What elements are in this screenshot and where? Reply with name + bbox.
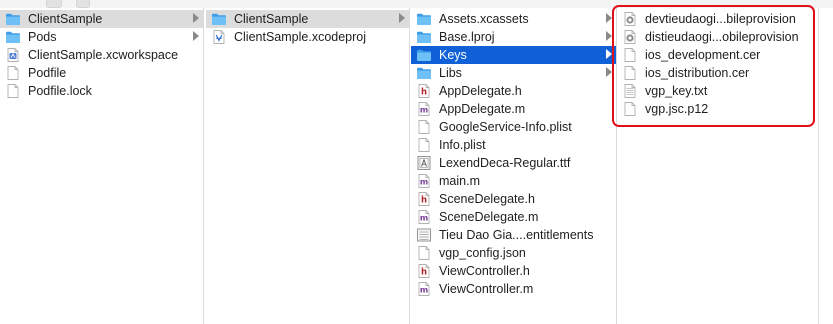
file-row[interactable]: ClientSample.xcodeproj <box>206 28 409 46</box>
disclosure-chevron-icon <box>193 31 199 41</box>
svg-text:h: h <box>421 88 427 98</box>
file-name: Base.lproj <box>439 30 495 44</box>
file-name: ViewController.m <box>439 282 534 296</box>
svg-text:m: m <box>420 286 428 295</box>
document-icon <box>416 119 432 135</box>
file-row[interactable]: Pods <box>0 28 203 46</box>
file-row[interactable]: m SceneDelegate.m <box>411 208 616 226</box>
file-name: SceneDelegate.h <box>439 192 535 206</box>
document-icon <box>5 83 21 99</box>
header-file-icon: h <box>416 263 432 279</box>
svg-text:m: m <box>420 106 428 115</box>
folder-icon <box>211 11 227 27</box>
file-row[interactable]: LexendDeca-Regular.ttf <box>411 154 616 172</box>
folder-icon <box>416 65 432 81</box>
file-name: GoogleService-Info.plist <box>439 120 572 134</box>
file-name: AppDelegate.h <box>439 84 522 98</box>
xcworkspace-file-icon <box>5 47 21 63</box>
font-file-icon <box>416 155 432 171</box>
file-name: ClientSample <box>28 12 103 26</box>
svg-text:h: h <box>421 268 427 278</box>
file-row[interactable]: Keys <box>411 46 616 64</box>
file-row[interactable]: Libs <box>411 64 616 82</box>
file-name: main.m <box>439 174 480 188</box>
file-row[interactable]: Podfile <box>0 64 203 82</box>
file-row[interactable]: ClientSample.xcworkspace <box>0 46 203 64</box>
finder-column-root[interactable]: ClientSample Pods ClientSample.xcworkspace… <box>0 8 203 324</box>
file-name: AppDelegate.m <box>439 102 526 116</box>
file-name: vgp_config.json <box>439 246 526 260</box>
file-row[interactable]: ClientSample <box>0 10 203 28</box>
objc-file-icon: m <box>416 173 432 189</box>
file-name: Pods <box>28 30 57 44</box>
finder-column-project[interactable]: Assets.xcassets Base.lproj Keys Libs h AppDel… <box>411 8 616 324</box>
file-row[interactable]: Base.lproj <box>411 28 616 46</box>
file-row[interactable]: GoogleService-Info.plist <box>411 118 616 136</box>
folder-icon <box>5 29 21 45</box>
file-row[interactable]: h ViewController.h <box>411 262 616 280</box>
file-row[interactable]: h AppDelegate.h <box>411 82 616 100</box>
resize-handle[interactable] <box>46 0 62 8</box>
file-row[interactable]: Assets.xcassets <box>411 10 616 28</box>
svg-text:m: m <box>420 214 428 223</box>
objc-file-icon: m <box>416 209 432 225</box>
document-icon <box>5 65 21 81</box>
disclosure-chevron-icon <box>193 13 199 23</box>
document-icon <box>416 137 432 153</box>
file-name: Podfile <box>28 66 67 80</box>
header-file-icon: h <box>416 83 432 99</box>
disclosure-chevron-icon <box>399 13 405 23</box>
entitlements-file-icon <box>416 227 432 243</box>
file-row[interactable]: m AppDelegate.m <box>411 100 616 118</box>
header-file-icon: h <box>416 191 432 207</box>
objc-file-icon: m <box>416 281 432 297</box>
file-name: Assets.xcassets <box>439 12 529 26</box>
file-name: Podfile.lock <box>28 84 92 98</box>
file-row[interactable]: Info.plist <box>411 136 616 154</box>
file-row[interactable]: m ViewController.m <box>411 280 616 298</box>
file-name: LexendDeca-Regular.ttf <box>439 156 571 170</box>
folder-icon <box>5 11 21 27</box>
folder-icon <box>416 11 432 27</box>
file-name: ViewController.h <box>439 264 530 278</box>
file-name: SceneDelegate.m <box>439 210 539 224</box>
file-name: Tieu Dao Gia....entitlements <box>439 228 594 242</box>
file-name: Libs <box>439 66 462 80</box>
objc-file-icon: m <box>416 101 432 117</box>
file-row[interactable]: vgp_config.json <box>411 244 616 262</box>
document-icon <box>416 245 432 261</box>
column-divider[interactable] <box>203 8 204 324</box>
file-row[interactable]: Podfile.lock <box>0 82 203 100</box>
finder-column-clientsample[interactable]: ClientSample ClientSample.xcodeproj <box>206 8 409 324</box>
svg-text:h: h <box>421 196 427 206</box>
file-name: Keys <box>439 48 467 62</box>
file-name: Info.plist <box>439 138 486 152</box>
file-name: ClientSample <box>234 12 309 26</box>
folder-icon <box>416 29 432 45</box>
red-highlight-box <box>612 5 815 127</box>
file-row[interactable]: Tieu Dao Gia....entitlements <box>411 226 616 244</box>
file-name: ClientSample.xcodeproj <box>234 30 367 44</box>
file-row[interactable]: m main.m <box>411 172 616 190</box>
resize-handle[interactable] <box>76 0 90 8</box>
column-divider[interactable] <box>818 8 819 324</box>
svg-text:m: m <box>420 178 428 187</box>
column-divider[interactable] <box>409 8 410 324</box>
file-name: ClientSample.xcworkspace <box>28 48 179 62</box>
file-row[interactable]: ClientSample <box>206 10 409 28</box>
xcodeproj-file-icon <box>211 29 227 45</box>
folder-icon <box>416 47 432 63</box>
file-row[interactable]: h SceneDelegate.h <box>411 190 616 208</box>
